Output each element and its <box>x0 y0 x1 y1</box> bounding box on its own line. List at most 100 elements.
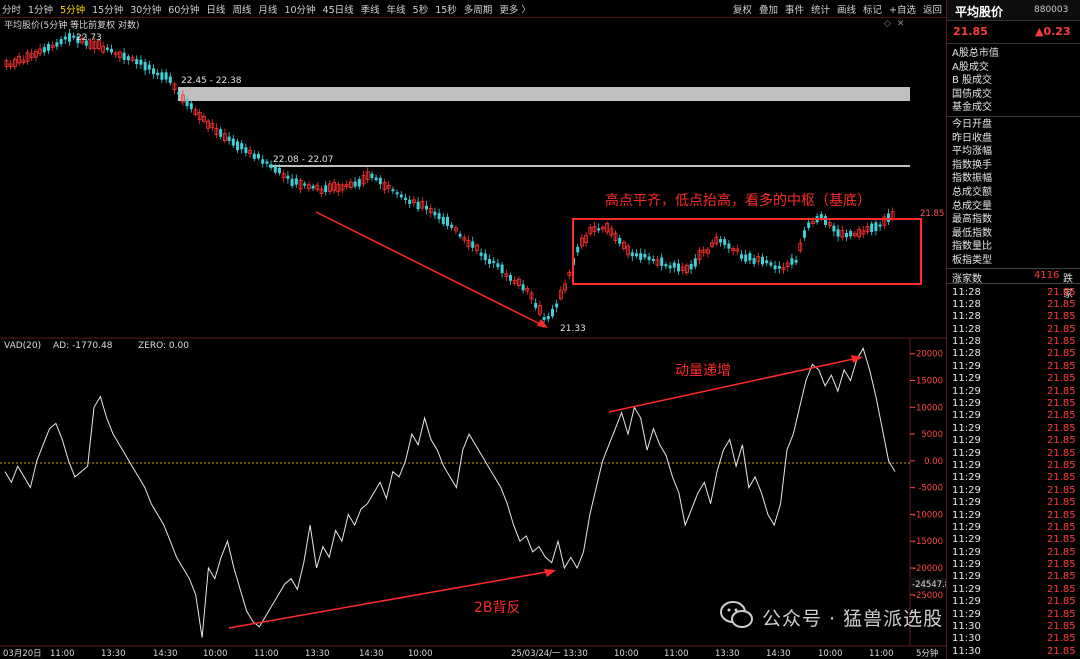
price-row: 21.85 ▲0.23 <box>947 21 1080 44</box>
candle-body <box>72 35 76 38</box>
tick-row: 11:29 21.85 <box>947 609 1080 621</box>
candle-body <box>143 61 147 71</box>
quote-panel: 平均股价 880003 21.85 ▲0.23 A股总市值 A股成交 B 股成交… <box>946 0 1080 659</box>
tick-time: 11:29 <box>952 398 981 410</box>
tick-price: 21.85 <box>1047 422 1076 434</box>
candle-body <box>147 64 151 70</box>
tick-time: 11:28 <box>952 336 981 348</box>
candle-body <box>47 44 50 51</box>
tick-time: 11:29 <box>952 360 981 372</box>
stat-label: 今日开盘 <box>952 118 992 130</box>
candle-body <box>156 72 160 76</box>
candle-body <box>294 178 298 185</box>
candle-body <box>139 59 143 65</box>
candle-body <box>744 254 748 262</box>
candle-body <box>618 237 622 244</box>
stat-label: 总成交额 <box>952 186 992 198</box>
candle-body <box>660 257 664 266</box>
indicator-y-tick: -20000 <box>913 564 943 574</box>
candle-body <box>492 260 496 263</box>
trading-terminal: 分时 1分钟 5分钟 15分钟 30分钟 60分钟 日线 周线 月线 10分钟 45日线 季线 年线 5秒… <box>0 0 1080 659</box>
tick-price: 21.85 <box>1047 447 1076 459</box>
candle-body <box>185 98 189 107</box>
x-axis-label: 13:30 <box>305 649 330 659</box>
candle-body <box>126 56 130 61</box>
candle-body <box>870 223 874 233</box>
watermark-text: 公众号 · 猛兽派选股 <box>762 608 944 630</box>
tick-price: 21.85 <box>1047 509 1076 521</box>
stat-label: 最高指数 <box>952 214 992 226</box>
stat-label: 指数量比 <box>952 241 992 253</box>
stat-label: 指数振幅 <box>952 173 992 185</box>
x-axis-label: 25/03/24/一 13:30 <box>511 649 588 659</box>
tick-row: 11:29 21.85 <box>947 510 1080 522</box>
candle-body <box>357 179 361 187</box>
tick-price: 21.85 <box>1047 311 1076 323</box>
tick-price: 21.85 <box>1047 286 1076 298</box>
indicator-y-tick: 15000 <box>916 377 943 387</box>
x-axis-label: 11:00 <box>664 649 689 659</box>
main-chart[interactable]: 22.45 - 22.38 22.08 - 22.07 22.73 21.33 … <box>0 0 946 659</box>
candle-body <box>59 38 63 45</box>
tick-list[interactable]: 11:28 21.85 11:28 21.85 11:28 21.85 11:28 21.85… <box>947 284 1080 659</box>
candle-body <box>479 252 483 256</box>
arrowhead-icon <box>537 319 548 328</box>
indicator-y-axis: 20000 15000 10000 5000 0.00 -5000 -10000 -15000… <box>910 350 943 601</box>
tick-price: 21.85 <box>1047 472 1076 484</box>
tick-row: 11:28 21.85 <box>947 311 1080 323</box>
tick-price: 21.85 <box>1047 459 1076 471</box>
candle-body <box>807 222 811 228</box>
indicator-ad: AD: -1770.48 <box>53 341 113 351</box>
candle-body <box>353 181 357 187</box>
indicator-y-tick: -15000 <box>913 537 943 547</box>
tick-row: 11:29 21.85 <box>947 472 1080 484</box>
candle-body <box>483 253 487 261</box>
tick-time: 11:29 <box>952 373 981 385</box>
tick-price: 21.85 <box>1047 348 1076 360</box>
candle-body <box>303 183 307 186</box>
candle-body <box>576 246 580 253</box>
tick-row: 11:29 21.85 <box>947 559 1080 571</box>
tick-row: 11:28 21.85 <box>947 299 1080 311</box>
tick-time: 11:29 <box>952 447 981 459</box>
candle-body <box>257 153 260 159</box>
candle-body <box>803 230 806 238</box>
index-code: 880003 <box>1034 5 1069 15</box>
candle-body <box>286 175 290 179</box>
stat-label: A股成交 <box>952 61 989 73</box>
tick-time: 11:29 <box>952 571 981 583</box>
tick-price: 21.85 <box>1047 360 1076 372</box>
candle-body <box>664 264 668 267</box>
indicator-y-tick: 20000 <box>916 350 943 360</box>
stat-label: 总成交量 <box>952 200 992 212</box>
candle-body <box>689 264 693 270</box>
tick-row: 11:30 21.85 <box>947 646 1080 658</box>
x-axis-label: 11:00 <box>50 649 75 659</box>
candle-body <box>122 52 126 60</box>
candle-body <box>769 262 773 266</box>
candle-body <box>874 222 878 232</box>
candle-body <box>723 239 727 245</box>
tick-row: 11:29 21.85 <box>947 410 1080 422</box>
x-axis-label: 14:30 <box>359 649 384 659</box>
candle-body <box>551 309 554 317</box>
candle-body <box>441 216 445 225</box>
stat-label: 基金成交 <box>952 102 992 114</box>
tick-time: 11:28 <box>952 311 981 323</box>
tick-row: 11:29 21.85 <box>947 596 1080 608</box>
candle-body <box>832 225 836 232</box>
wechat-icon <box>720 601 753 628</box>
current-value-label: -24547.8 <box>912 580 946 590</box>
x-axis-label: 13:30 <box>715 649 740 659</box>
tick-time: 11:29 <box>952 459 981 471</box>
stat-label: 最低指数 <box>952 227 992 239</box>
candle-body <box>542 317 546 320</box>
vad-series-line <box>4 347 896 638</box>
tick-price: 21.85 <box>1047 398 1076 410</box>
candle-body <box>458 233 462 237</box>
stat-label: 指数换手 <box>952 159 992 171</box>
candle-body <box>887 213 890 222</box>
x-axis-label: 14:30 <box>153 649 178 659</box>
candle-body <box>635 253 638 257</box>
tick-price: 21.85 <box>1047 484 1076 496</box>
